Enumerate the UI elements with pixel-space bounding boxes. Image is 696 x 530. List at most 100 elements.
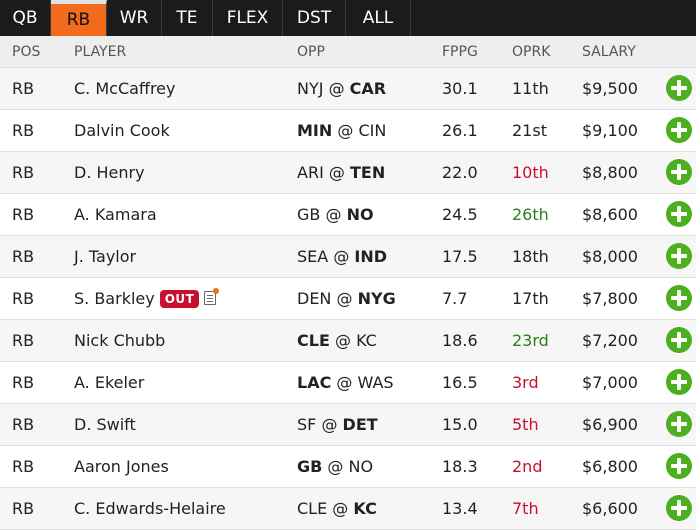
plus-circle-icon[interactable] <box>666 327 692 353</box>
cell-opp: ARI @ TEN <box>297 163 385 182</box>
cell-salary: $9,500 <box>582 79 638 98</box>
player-name[interactable]: D. Swift <box>74 415 136 434</box>
cell-pos: RB <box>12 289 35 308</box>
cell-fppg: 30.1 <box>442 79 478 98</box>
add-player-button[interactable] <box>666 243 692 269</box>
plus-circle-icon[interactable] <box>666 201 692 227</box>
plus-circle-icon[interactable] <box>666 411 692 437</box>
tab-te[interactable]: TE <box>162 0 213 36</box>
add-player-button[interactable] <box>666 327 692 353</box>
player-name[interactable]: J. Taylor <box>74 247 136 266</box>
add-player-button[interactable] <box>666 285 692 311</box>
cell-opp: GB @ NO <box>297 205 374 224</box>
at-separator: @ <box>336 289 353 308</box>
at-separator: @ <box>336 373 353 392</box>
cell-player: Dalvin Cook <box>74 121 170 140</box>
cell-oprk: 5th <box>512 415 539 434</box>
add-player-button[interactable] <box>666 117 692 143</box>
cell-oprk: 3rd <box>512 373 539 392</box>
plus-circle-icon[interactable] <box>666 369 692 395</box>
home-team: WAS <box>357 373 394 392</box>
column-oprk[interactable]: OPRK <box>512 44 550 60</box>
plus-circle-icon[interactable] <box>666 453 692 479</box>
at-separator: @ <box>327 457 344 476</box>
table-row[interactable]: RB C. Edwards-Helaire CLE @ KC 13.4 7th $6,60… <box>0 488 696 530</box>
tab-dst[interactable]: DST <box>283 0 346 36</box>
add-player-button[interactable] <box>666 495 692 521</box>
cell-player: A. Ekeler <box>74 373 144 392</box>
cell-opp: SF @ DET <box>297 415 378 434</box>
cell-salary: $7,000 <box>582 373 638 392</box>
player-name[interactable]: Aaron Jones <box>74 457 169 476</box>
cell-salary: $7,800 <box>582 289 638 308</box>
table-row[interactable]: RB Nick Chubb CLE @ KC 18.6 23rd $7,200 <box>0 320 696 362</box>
table-row[interactable]: RB S. Barkley OUT DEN @ NYG 7.7 17th $7,800 <box>0 278 696 320</box>
column-opp[interactable]: OPP <box>297 44 325 60</box>
cell-player: A. Kamara <box>74 205 157 224</box>
player-name[interactable]: C. McCaffrey <box>74 79 175 98</box>
column-salary[interactable]: SALARY <box>582 44 636 60</box>
cell-opp: NYJ @ CAR <box>297 79 386 98</box>
table-row[interactable]: RB Dalvin Cook MIN @ CIN 26.1 21st $9,100 <box>0 110 696 152</box>
tab-all[interactable]: ALL <box>346 0 411 36</box>
player-name[interactable]: Nick Chubb <box>74 331 165 350</box>
player-news-icon[interactable] <box>204 288 220 305</box>
cell-salary: $9,100 <box>582 121 638 140</box>
table-row[interactable]: RB D. Henry ARI @ TEN 22.0 10th $8,800 <box>0 152 696 194</box>
plus-circle-icon[interactable] <box>666 285 692 311</box>
table-row[interactable]: RB A. Kamara GB @ NO 24.5 26th $8,600 <box>0 194 696 236</box>
cell-opp: CLE @ KC <box>297 331 377 350</box>
add-player-button[interactable] <box>666 369 692 395</box>
cell-oprk: 7th <box>512 499 539 518</box>
away-team: SEA <box>297 247 329 266</box>
player-name[interactable]: C. Edwards-Helaire <box>74 499 226 518</box>
cell-oprk: 17th <box>512 289 549 308</box>
table-row[interactable]: RB A. Ekeler LAC @ WAS 16.5 3rd $7,000 <box>0 362 696 404</box>
table-row[interactable]: RB J. Taylor SEA @ IND 17.5 18th $8,000 <box>0 236 696 278</box>
table-row[interactable]: RB C. McCaffrey NYJ @ CAR 30.1 11th $9,500 <box>0 68 696 110</box>
cell-player: D. Swift <box>74 415 136 434</box>
plus-circle-icon[interactable] <box>666 495 692 521</box>
cell-fppg: 17.5 <box>442 247 478 266</box>
player-name[interactable]: S. Barkley <box>74 289 155 308</box>
table-row[interactable]: RB Aaron Jones GB @ NO 18.3 2nd $6,800 <box>0 446 696 488</box>
player-name[interactable]: Dalvin Cook <box>74 121 170 140</box>
cell-fppg: 18.3 <box>442 457 478 476</box>
cell-player: Nick Chubb <box>74 331 165 350</box>
plus-circle-icon[interactable] <box>666 117 692 143</box>
plus-circle-icon[interactable] <box>666 75 692 101</box>
add-player-button[interactable] <box>666 453 692 479</box>
cell-opp: LAC @ WAS <box>297 373 394 392</box>
cell-player: C. McCaffrey <box>74 79 175 98</box>
at-separator: @ <box>321 415 338 434</box>
add-player-button[interactable] <box>666 75 692 101</box>
away-team: CLE <box>297 331 330 350</box>
player-name[interactable]: A. Ekeler <box>74 373 144 392</box>
player-name[interactable]: D. Henry <box>74 163 145 182</box>
tab-qb[interactable]: QB <box>0 0 51 36</box>
cell-fppg: 24.5 <box>442 205 478 224</box>
away-team: NYJ <box>297 79 324 98</box>
cell-player: D. Henry <box>74 163 145 182</box>
cell-pos: RB <box>12 121 35 140</box>
add-player-button[interactable] <box>666 159 692 185</box>
at-separator: @ <box>337 121 354 140</box>
plus-circle-icon[interactable] <box>666 159 692 185</box>
tab-flex[interactable]: FLEX <box>213 0 283 36</box>
cell-opp: SEA @ IND <box>297 247 387 266</box>
tab-wr[interactable]: WR <box>107 0 162 36</box>
home-team: NO <box>346 205 374 224</box>
table-row[interactable]: RB D. Swift SF @ DET 15.0 5th $6,900 <box>0 404 696 446</box>
column-fppg[interactable]: FPPG <box>442 44 478 60</box>
plus-circle-icon[interactable] <box>666 243 692 269</box>
cell-pos: RB <box>12 247 35 266</box>
column-player[interactable]: PLAYER <box>74 44 126 60</box>
add-player-button[interactable] <box>666 201 692 227</box>
status-badge: OUT <box>159 290 200 308</box>
player-name[interactable]: A. Kamara <box>74 205 157 224</box>
at-separator: @ <box>328 163 345 182</box>
column-pos[interactable]: POS <box>12 44 40 60</box>
at-separator: @ <box>333 247 350 266</box>
add-player-button[interactable] <box>666 411 692 437</box>
tab-rb[interactable]: RB <box>51 0 107 36</box>
